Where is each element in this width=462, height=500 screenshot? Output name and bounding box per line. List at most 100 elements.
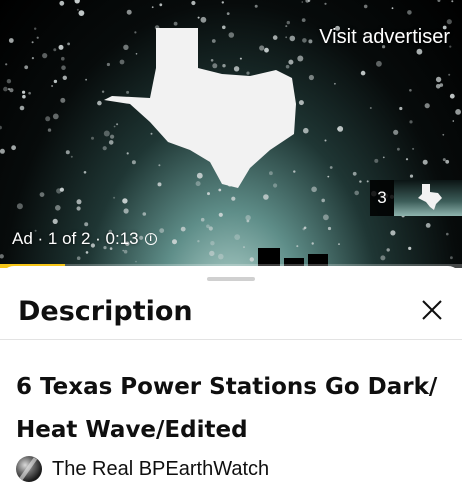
snow-dot [7,88,11,91]
snow-dot [76,199,82,205]
snow-dot [180,226,186,232]
snow-dot [234,234,241,241]
snow-dot [126,9,132,15]
snow-dot [74,0,80,4]
snow-dot [233,66,240,72]
snow-dot [254,4,258,8]
snow-dot [101,90,105,93]
snow-dot [308,39,313,44]
snow-dot [122,249,124,252]
snow-dot [435,76,442,83]
snow-dot [451,0,454,3]
channel-row[interactable]: The Real BPEarthWatch [16,456,269,482]
snow-dot [85,78,87,81]
snow-dot [83,171,87,174]
snow-dot [303,127,309,134]
snow-dot [298,100,304,106]
snow-dot [51,85,54,87]
snow-dot [113,196,116,199]
snow-dot [246,71,250,75]
snow-dot [231,196,236,201]
ad-video-player[interactable]: Visit advertiser 3 Ad · 1 of 2 · 0:13 i [0,0,462,268]
snow-dot [134,31,137,34]
snow-dot [323,214,329,221]
snow-dot [354,190,360,196]
snow-dot [22,94,26,99]
drag-handle[interactable] [207,277,255,281]
snow-dot [285,64,290,69]
snow-dot [273,183,278,188]
snow-dot [142,212,147,216]
snow-dot [31,41,34,44]
snow-dot [352,171,357,176]
snow-dot [445,159,450,164]
snow-dot [47,128,52,132]
snow-dot [359,180,362,183]
close-button[interactable] [418,296,446,324]
snow-dot [65,150,70,155]
snow-dot [62,75,67,81]
snow-dot [409,89,412,92]
snow-dot [135,260,137,263]
snow-dot [311,186,317,193]
snow-dot [259,45,265,51]
visit-advertiser-link[interactable]: Visit advertiser [319,26,450,49]
snow-dot [210,59,214,62]
snow-dot [28,91,31,95]
snow-dot [409,174,414,178]
snow-dot [34,27,37,30]
snow-dot [360,70,366,76]
snow-dot [416,48,423,55]
snow-dot [16,203,23,210]
snow-dot [200,217,205,222]
snow-dot [173,21,178,26]
snow-dot [53,79,58,84]
snow-dot [5,63,8,66]
snow-dot [296,245,299,248]
snow-dot [455,109,461,115]
snow-dot [91,136,94,140]
snow-dot [245,215,251,221]
snow-dot [446,19,452,25]
snow-dot [218,188,222,192]
snow-dot [425,223,431,228]
snow-dot [42,53,48,59]
snow-dot [286,20,290,25]
ad-status-text: Ad · 1 of 2 · 0:13 [12,229,139,248]
snow-dot [302,38,307,43]
close-icon [422,300,442,320]
snow-dot [390,230,396,236]
snow-dot [0,125,2,130]
snow-dot [84,222,89,227]
thumbnail-count: 3 [370,180,394,216]
avatar[interactable] [16,456,42,482]
info-icon[interactable]: i [144,233,157,245]
snow-dot [329,166,333,169]
snow-dot [293,170,296,173]
snow-dot [197,16,200,19]
snow-dot [221,1,224,4]
snow-dot [108,140,114,145]
snow-dot [222,63,226,68]
snow-dot [218,253,224,260]
snow-dot [53,48,57,52]
next-ad-thumbnail[interactable]: 3 [370,180,462,216]
channel-name[interactable]: The Real BPEarthWatch [52,458,269,481]
snow-dot [119,59,125,65]
snow-dot [289,35,296,42]
snow-dot [382,156,385,159]
snow-dot [442,133,445,136]
snow-dot [97,100,102,106]
snow-dot [110,134,115,139]
snow-dot [366,180,369,183]
snow-dot [324,139,327,142]
snow-dot [45,116,51,122]
snow-dot [409,120,413,124]
snow-dot [113,125,116,128]
snow-dot [305,0,310,3]
snow-dot [211,39,216,43]
snow-dot [172,239,177,245]
snow-dot [376,60,382,67]
snow-dot [246,219,250,223]
snow-dot [448,73,451,76]
